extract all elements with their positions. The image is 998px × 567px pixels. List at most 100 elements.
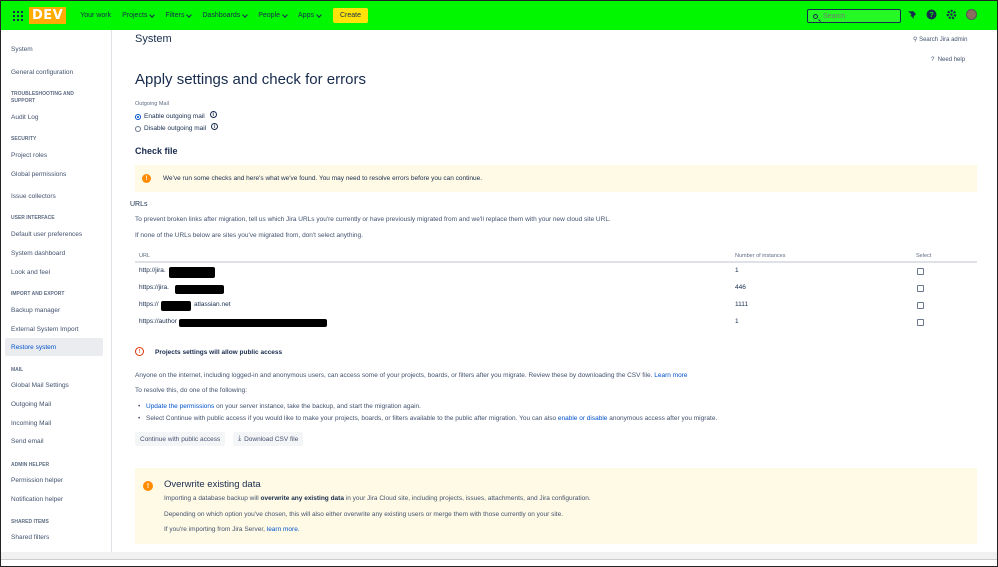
column-instances: Number of instances (735, 253, 786, 259)
info-icon[interactable]: i (209, 111, 217, 118)
sidebar-section-mail: MAIL (11, 367, 24, 373)
sidebar-item-backup-manager[interactable]: Backup manager (11, 307, 60, 314)
nav-apps[interactable]: Apps (298, 11, 322, 19)
page-title: System (135, 33, 172, 45)
site-logo[interactable]: DEV (29, 7, 67, 24)
row-select-checkbox[interactable] (917, 285, 924, 292)
sidebar-item-global-permissions[interactable]: Global permissions (11, 171, 66, 178)
redaction (179, 319, 327, 327)
sidebar-item-general-configuration[interactable]: General configuration (11, 69, 73, 76)
urls-note: If none of the URLs below are sites you'… (135, 232, 363, 239)
redaction (169, 267, 215, 278)
update-permissions-link[interactable]: Update the permissions (146, 403, 214, 410)
app-frame: DEV Your work Projects Filters Dashboard… (0, 0, 998, 567)
search-icon: ⚲ (913, 37, 918, 43)
sidebar-item-permission-helper[interactable]: Permission helper (11, 477, 63, 484)
warning-icon: ! (143, 481, 153, 491)
sidebar-item-incoming-mail[interactable]: Incoming Mail (11, 420, 51, 427)
sidebar-section-security: SECURITY (11, 136, 37, 142)
question-icon: ? (931, 57, 935, 63)
app-switcher-icon[interactable] (13, 10, 23, 21)
horizontal-scrollbar[interactable] (112, 552, 997, 559)
disable-outgoing-radio[interactable] (135, 125, 141, 132)
sidebar-item-external-system-import[interactable]: External System Import (11, 326, 79, 333)
jira-server-note: If you're importing from Jira Server, le… (164, 526, 300, 533)
learn-more-link[interactable]: Learn more (654, 372, 687, 379)
chevron-down-icon (316, 11, 322, 18)
row-select-checkbox[interactable] (917, 268, 924, 275)
sidebar-item-restore-system[interactable]: Restore system (11, 344, 56, 351)
nav-people[interactable]: People (258, 11, 288, 19)
user-avatar[interactable] (966, 9, 977, 20)
sidebar-item-default-user-preferences[interactable]: Default user preferences (11, 231, 82, 238)
search-jira-admin-link[interactable]: ⚲ Search Jira admin (913, 36, 967, 43)
enable-outgoing-radio[interactable] (135, 113, 141, 120)
help-icon[interactable]: ? (926, 9, 937, 20)
urls-description: To prevent broken links after migration,… (135, 216, 611, 223)
enable-disable-link[interactable]: enable or disable (558, 415, 608, 422)
overwrite-title: Overwrite existing data (164, 479, 261, 490)
column-url: URL (139, 253, 151, 259)
window-bottom-edge (1, 559, 997, 566)
check-file-heading: Check file (135, 146, 178, 156)
info-icon[interactable]: i (211, 123, 219, 130)
need-help-link[interactable]: ? Need help (931, 57, 965, 63)
sidebar-item-look-and-feel[interactable]: Look and feel (11, 269, 50, 276)
sidebar-item-send-email[interactable]: Send email (11, 438, 44, 445)
top-navigation-bar: DEV Your work Projects Filters Dashboard… (1, 1, 997, 30)
warning-icon: ! (142, 174, 151, 183)
sidebar-section-admin-helper: ADMIN HELPER (11, 462, 50, 468)
overwrite-description: Importing a database backup will overwri… (164, 495, 591, 502)
table-row: http://jira. 1 (135, 264, 977, 281)
nav-dashboards[interactable]: Dashboards (202, 11, 249, 19)
search-icon (813, 13, 818, 19)
urls-heading: URLs (130, 201, 148, 208)
row-select-checkbox[interactable] (917, 302, 924, 309)
sidebar-item-notification-helper[interactable]: Notification helper (11, 496, 63, 503)
global-search[interactable] (807, 9, 901, 23)
warning-banner: ! We've run some checks and here's what … (135, 165, 977, 192)
resolve-option-2: Select Continue with public access if yo… (138, 415, 717, 422)
sidebar-item-global-mail-settings[interactable]: Global Mail Settings (11, 382, 69, 389)
chevron-down-icon (242, 11, 249, 18)
notifications-icon[interactable] (906, 9, 917, 20)
nav-filters[interactable]: Filters (165, 11, 193, 19)
create-button[interactable]: Create (332, 8, 368, 23)
table-row: https://jira. 446 (135, 281, 977, 298)
section-heading: Apply settings and check for errors (135, 71, 366, 88)
redaction (161, 301, 191, 311)
error-icon: ! (135, 347, 144, 356)
learn-more-link[interactable]: learn more. (267, 526, 300, 533)
sidebar-section-import-export: IMPORT AND EXPORT (11, 291, 65, 297)
redaction (175, 285, 224, 294)
outgoing-mail-label: Outgoing Mail (135, 101, 169, 107)
row-select-checkbox[interactable] (917, 319, 924, 326)
sidebar-item-system-dashboard[interactable]: System dashboard (11, 250, 65, 257)
sidebar-section-shared-items: SHARED ITEMS (11, 519, 49, 525)
download-icon: ⤓ (238, 435, 242, 442)
main-content: System ⚲ Search Jira admin ? Need help A… (112, 30, 997, 552)
sidebar-item-audit-log[interactable]: Audit Log (11, 114, 38, 121)
top-right-icons: ? (906, 9, 977, 20)
download-csv-button[interactable]: ⤓ Download CSV file (233, 432, 304, 446)
sidebar-item-project-roles[interactable]: Project roles (11, 152, 47, 159)
nav-your-work[interactable]: Your work (80, 12, 111, 19)
table-row: https:// atlassian.net 1111 (135, 298, 977, 315)
continue-public-access-button[interactable]: Continue with public access (135, 432, 226, 446)
enable-outgoing-mail-option[interactable]: Enable outgoing mail i (135, 111, 217, 120)
search-input[interactable] (823, 12, 893, 20)
chevron-down-icon (282, 11, 288, 18)
sidebar-section-user-interface: USER INTERFACE (11, 215, 55, 221)
settings-gear-icon[interactable] (946, 9, 957, 20)
primary-nav: Your work Projects Filters Dashboards Pe… (80, 8, 368, 23)
sidebar-item-issue-collectors[interactable]: Issue collectors (11, 193, 56, 200)
sidebar-item-shared-filters[interactable]: Shared filters (11, 534, 49, 541)
chevron-down-icon (186, 11, 193, 18)
column-select: Select (916, 253, 932, 259)
nav-projects[interactable]: Projects (122, 11, 156, 19)
sidebar-scrollbar[interactable] (1, 552, 112, 559)
public-access-description: Anyone on the internet, including logged… (135, 372, 688, 379)
sidebar-item-system[interactable]: System (11, 46, 33, 53)
disable-outgoing-mail-option[interactable]: Disable outgoing mail i (135, 123, 219, 132)
sidebar-item-outgoing-mail[interactable]: Outgoing Mail (11, 401, 51, 408)
